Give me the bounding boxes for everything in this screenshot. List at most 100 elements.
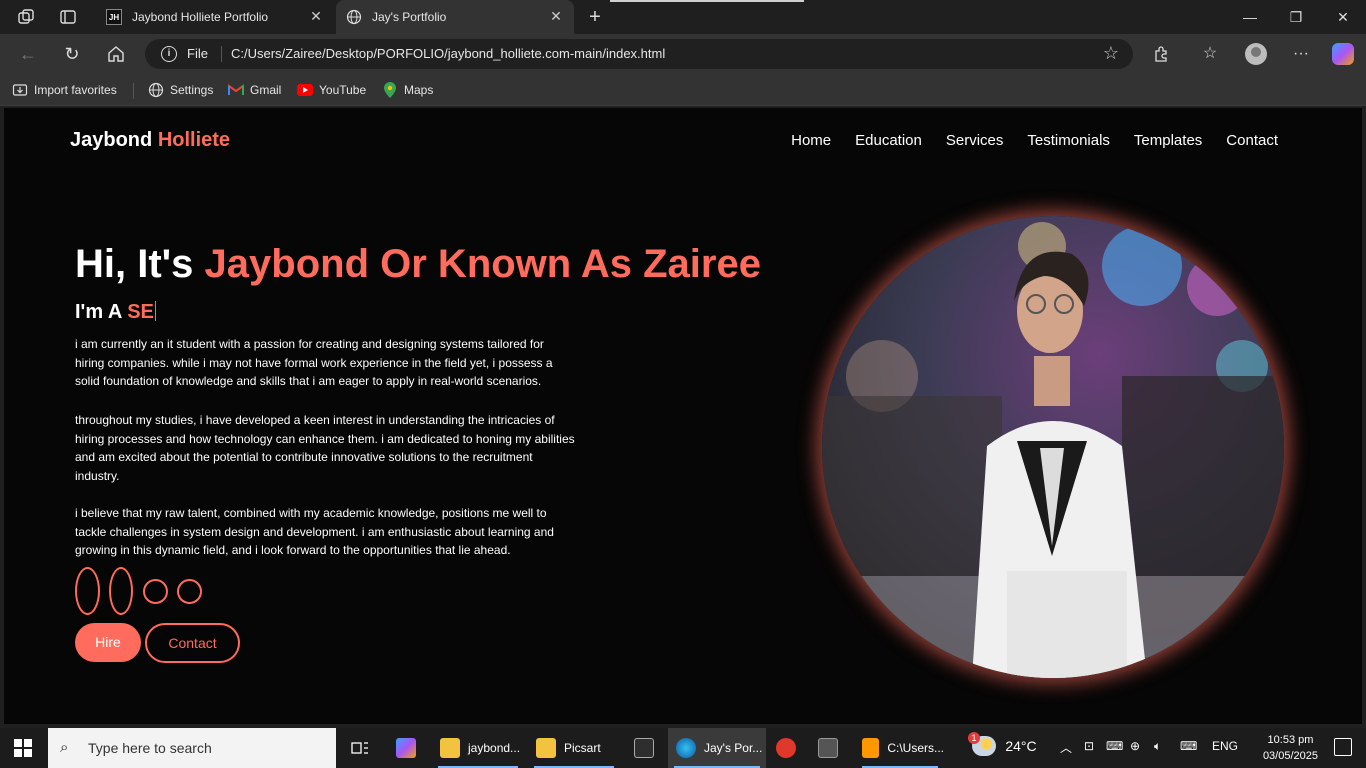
site-nav: Home Education Services Testimonials Tem…	[791, 132, 1278, 149]
tray-keyboard-icon[interactable]: ⌨	[1180, 739, 1197, 753]
favorite-gmail[interactable]: Gmail	[228, 82, 281, 98]
folder-icon	[440, 738, 460, 758]
tray-language[interactable]: ENG	[1212, 739, 1238, 753]
address-toolbar: ← ↻ i File C:/Users/Zairee/Desktop/PORFO…	[0, 34, 1366, 74]
nav-home[interactable]: Home	[791, 132, 831, 149]
workspaces-icon[interactable]	[16, 7, 36, 27]
tab-title: Jay's Portfolio	[372, 10, 447, 24]
refresh-icon[interactable]: ↻	[61, 43, 83, 65]
copilot-icon	[396, 738, 416, 758]
taskbar-app-picsart[interactable]: Picsart	[528, 728, 620, 768]
close-tab-icon[interactable]: ✕	[548, 8, 564, 24]
bio-paragraph-2: throughout my studies, i have developed …	[75, 413, 575, 483]
site-logo[interactable]: Jaybond Holliete	[70, 129, 230, 152]
close-window-icon[interactable]: ✕	[1331, 6, 1355, 28]
social-link-3[interactable]	[143, 579, 168, 604]
address-url[interactable]: C:/Users/Zairee/Desktop/PORFOLIO/jaybond…	[231, 46, 665, 61]
import-icon	[12, 82, 28, 98]
bio-paragraph-1: i am currently an it student with a pass…	[75, 337, 553, 388]
task-view-icon[interactable]	[350, 728, 370, 768]
tray-touch-keyboard-icon[interactable]: ⌨	[1106, 739, 1123, 753]
sublime-icon	[862, 738, 880, 758]
tray-network-icon[interactable]: ⊕	[1130, 739, 1140, 753]
taskbar-search[interactable]: ⌕ Type here to search	[48, 728, 336, 768]
taskbar-app-wps[interactable]	[776, 728, 804, 768]
nav-contact[interactable]: Contact	[1226, 132, 1278, 149]
taskbar-app-edge[interactable]: Jay's Por...	[668, 728, 766, 768]
search-placeholder: Type here to search	[88, 740, 212, 756]
tray-chevron-icon[interactable]: ︿	[1060, 739, 1072, 756]
favorite-settings[interactable]: Settings	[148, 82, 213, 98]
taskbar-app-explorer-1[interactable]: jaybond...	[432, 728, 524, 768]
nav-education[interactable]: Education	[855, 132, 922, 149]
social-link-2[interactable]	[109, 567, 133, 615]
address-bar[interactable]: i File C:/Users/Zairee/Desktop/PORFOLIO/…	[145, 39, 1133, 69]
favorite-label: Maps	[404, 83, 434, 97]
page-viewport: Jaybond Holliete Home Education Services…	[4, 108, 1362, 724]
edge-icon	[676, 738, 696, 758]
favorite-label: YouTube	[319, 83, 367, 97]
nav-templates[interactable]: Templates	[1134, 132, 1202, 149]
role-typed-text: SE	[127, 301, 154, 323]
taskbar-app-label: Picsart	[564, 741, 601, 755]
weather-badge: 1	[968, 732, 980, 744]
taskbar-app-label: Jay's Por...	[704, 741, 763, 755]
new-tab-icon[interactable]: +	[584, 6, 606, 28]
taskbar-clock[interactable]: 10:53 pm 03/05/2025	[1263, 732, 1318, 764]
typing-caret	[154, 301, 156, 321]
copilot-icon[interactable]	[1332, 43, 1354, 65]
vertical-tabs-icon[interactable]	[58, 7, 78, 27]
profile-photo	[822, 216, 1284, 678]
notifications-icon[interactable]	[1334, 738, 1352, 756]
taskbar-app-sublime[interactable]: C:\Users...	[856, 728, 944, 768]
favorites-icon[interactable]: ☆	[1199, 43, 1221, 65]
extensions-icon[interactable]	[1150, 43, 1172, 65]
hero-name: Jaybond Or Known As Zairee	[204, 242, 761, 286]
tab-title: Jaybond Holliete Portfolio	[132, 10, 269, 24]
more-menu-icon[interactable]: ···	[1290, 43, 1312, 65]
weather-widget[interactable]: 1 24°C	[968, 732, 1037, 756]
taskbar-app-clapper[interactable]	[634, 728, 662, 768]
tab-jays-portfolio[interactable]: Jay's Portfolio ✕	[336, 0, 574, 34]
maps-icon	[382, 82, 398, 98]
hire-button[interactable]: Hire	[75, 623, 141, 662]
clapperboard-icon	[634, 738, 654, 758]
favorite-maps[interactable]: Maps	[382, 82, 433, 98]
info-icon[interactable]: i	[161, 46, 177, 62]
social-link-1[interactable]	[75, 567, 100, 615]
tray-volume-icon[interactable]: 🔈︎	[1154, 739, 1161, 754]
favorite-import[interactable]: Import favorites	[12, 82, 117, 98]
favorite-label: Import favorites	[34, 83, 117, 97]
hero-greeting: Hi, It's	[75, 242, 194, 286]
windows-start-icon[interactable]	[14, 739, 32, 757]
favorite-youtube[interactable]: YouTube	[297, 82, 366, 98]
profile-avatar[interactable]	[1245, 43, 1267, 65]
address-scheme-label: File	[187, 46, 208, 61]
nav-services[interactable]: Services	[946, 132, 1004, 149]
youtube-icon	[297, 82, 313, 98]
logo-first-name: Jaybond	[70, 129, 153, 151]
tray-network-adapter-icon[interactable]: ⊡	[1084, 739, 1094, 753]
copilot-taskbar-icon[interactable]	[396, 728, 424, 768]
clock-date: 03/05/2025	[1262, 750, 1318, 762]
bio-paragraph-3: i believe that my raw talent, combined w…	[75, 506, 554, 557]
tab-jaybond-holliete-portfolio[interactable]: JH Jaybond Holliete Portfolio ✕	[96, 0, 334, 34]
favorites-divider	[133, 83, 134, 99]
restore-icon[interactable]: ❐	[1284, 6, 1308, 28]
social-link-4[interactable]	[177, 579, 202, 604]
back-icon[interactable]: ←	[17, 43, 39, 65]
contact-button[interactable]: Contact	[145, 623, 240, 663]
close-tab-icon[interactable]: ✕	[308, 8, 324, 24]
minimize-icon[interactable]: —	[1238, 6, 1262, 28]
taskbar-app-label: jaybond...	[468, 741, 521, 755]
nav-testimonials[interactable]: Testimonials	[1027, 132, 1110, 149]
logo-last-name: Holliete	[157, 129, 231, 151]
taskbar-app-terminal[interactable]	[818, 728, 846, 768]
home-icon[interactable]	[105, 43, 127, 65]
globe-icon	[346, 9, 362, 25]
folder-icon	[536, 738, 556, 758]
favorites-bar: Import favorites Settings Gmail YouTube …	[0, 74, 1366, 106]
windows-taskbar: ⌕ Type here to search jaybond... Picsart…	[0, 728, 1366, 768]
favorite-star-icon[interactable]: ☆	[1103, 43, 1119, 64]
favorite-label: Settings	[170, 83, 214, 97]
